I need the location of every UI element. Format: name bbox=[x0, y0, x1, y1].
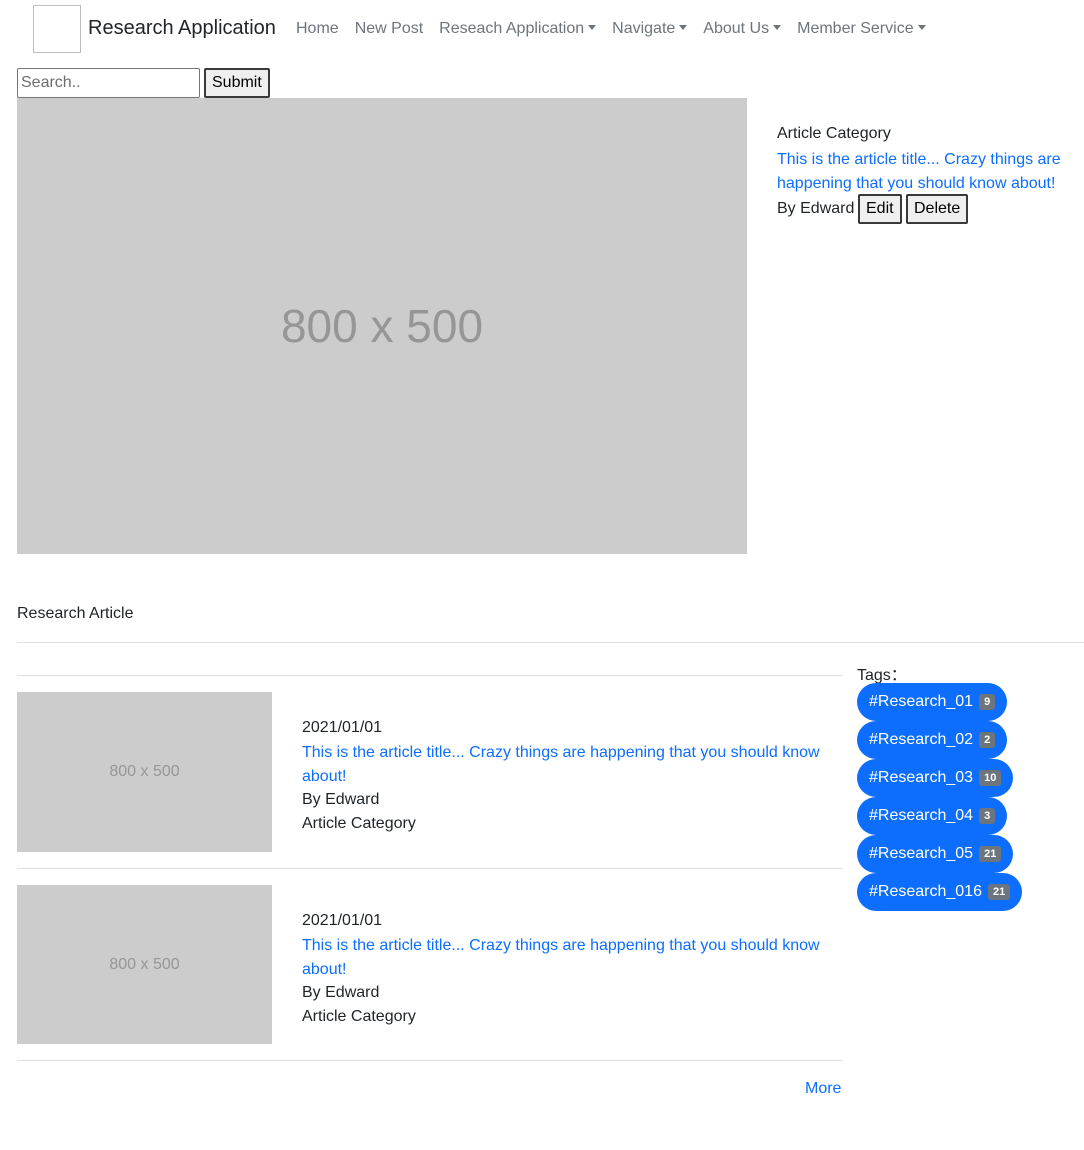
nav-new-post-label: New Post bbox=[354, 20, 424, 37]
article-category: Article Category bbox=[302, 1008, 416, 1025]
navbar: Research Application Home New Post Resea… bbox=[0, 0, 1084, 60]
tag-name: #Research_01 bbox=[869, 693, 974, 710]
nav-member-service-label: Member Service bbox=[797, 20, 914, 37]
tag-count-badge: 10 bbox=[979, 770, 1002, 786]
nav-about-us-dropdown[interactable]: About Us bbox=[703, 20, 782, 38]
search-input[interactable] bbox=[17, 68, 200, 98]
caret-down-icon bbox=[588, 25, 597, 30]
section-heading: Research Article bbox=[17, 605, 134, 622]
tag-name: #Research_016 bbox=[869, 883, 982, 900]
more-link[interactable]: More bbox=[805, 1080, 841, 1098]
article-title-link[interactable]: This is the article title... Crazy thing… bbox=[302, 934, 842, 982]
tag-pill[interactable]: #Research_01 9 bbox=[857, 683, 1008, 721]
search-submit-button[interactable]: Submit bbox=[204, 68, 270, 98]
article-image-label: 800 x 500 bbox=[109, 763, 180, 780]
article-image-placeholder: 800 x 500 bbox=[17, 692, 272, 852]
nav-home-label: Home bbox=[296, 20, 339, 37]
article-image-label: 800 x 500 bbox=[109, 955, 180, 973]
nav-navigate-label: Navigate bbox=[612, 20, 676, 37]
tag-count-badge: 2 bbox=[979, 732, 996, 748]
featured-image-placeholder: 800 x 500 bbox=[17, 98, 747, 554]
list-divider-top bbox=[17, 675, 843, 676]
featured-category: Article Category bbox=[777, 125, 891, 142]
article-category: Article Category bbox=[302, 815, 416, 832]
caret-down-icon bbox=[917, 25, 926, 30]
brand-logo-image[interactable] bbox=[33, 5, 81, 53]
tag-pill[interactable]: #Research_02 2 bbox=[857, 721, 1008, 759]
tag-pill[interactable]: #Research_05 21 bbox=[857, 835, 1014, 873]
tags-label: Tags： bbox=[857, 667, 907, 684]
nav-research-application-dropdown[interactable]: Reseach Application bbox=[439, 20, 597, 38]
featured-author: By Edward bbox=[777, 200, 855, 217]
list-divider-bottom bbox=[17, 1060, 843, 1061]
tag-count-badge: 21 bbox=[987, 884, 1011, 900]
tag-pill[interactable]: #Research_04 3 bbox=[857, 797, 1008, 835]
nav-research-application-label: Reseach Application bbox=[439, 20, 585, 37]
nav-member-service-dropdown[interactable]: Member Service bbox=[797, 20, 926, 38]
tag-pill[interactable]: #Research_016 21 bbox=[857, 873, 1023, 911]
edit-button[interactable]: Edit bbox=[858, 194, 902, 224]
caret-down-icon bbox=[679, 25, 688, 30]
caret-down-icon bbox=[773, 25, 782, 30]
tag-name: #Research_04 bbox=[869, 807, 974, 824]
tag-name: #Research_02 bbox=[869, 731, 974, 748]
delete-button[interactable]: Delete bbox=[906, 194, 969, 224]
article-image-placeholder: 800 x 500 bbox=[17, 885, 272, 1044]
featured-title-link[interactable]: This is the article title... Crazy thing… bbox=[777, 148, 1077, 196]
article-title-link[interactable]: This is the article title... Crazy thing… bbox=[302, 741, 842, 789]
list-divider bbox=[17, 868, 843, 869]
nav-about-us-label: About Us bbox=[703, 20, 770, 37]
nav-navigate-dropdown[interactable]: Navigate bbox=[612, 20, 688, 38]
tag-pill[interactable]: #Research_03 10 bbox=[857, 759, 1014, 797]
tag-count-badge: 9 bbox=[979, 694, 996, 710]
section-divider bbox=[17, 642, 1084, 643]
brand-link[interactable]: Research Application bbox=[88, 17, 276, 40]
article-date: 2021/01/01 bbox=[302, 719, 383, 736]
tag-count-badge: 21 bbox=[979, 846, 1002, 862]
tags-list: #Research_01 9 #Research_02 2 #Research_03… bbox=[857, 683, 1023, 911]
article-date: 2021/01/01 bbox=[302, 912, 383, 929]
article-author: By Edward bbox=[302, 791, 380, 808]
nav-home[interactable]: Home bbox=[296, 20, 339, 38]
article-author: By Edward bbox=[302, 984, 380, 1001]
tag-name: #Research_03 bbox=[869, 769, 974, 786]
tag-count-badge: 3 bbox=[979, 808, 996, 824]
tag-name: #Research_05 bbox=[869, 845, 974, 862]
featured-image-label: 800 x 500 bbox=[280, 300, 484, 352]
nav-menu: Home New Post Reseach Application Naviga… bbox=[296, 20, 926, 38]
nav-new-post[interactable]: New Post bbox=[355, 20, 423, 38]
